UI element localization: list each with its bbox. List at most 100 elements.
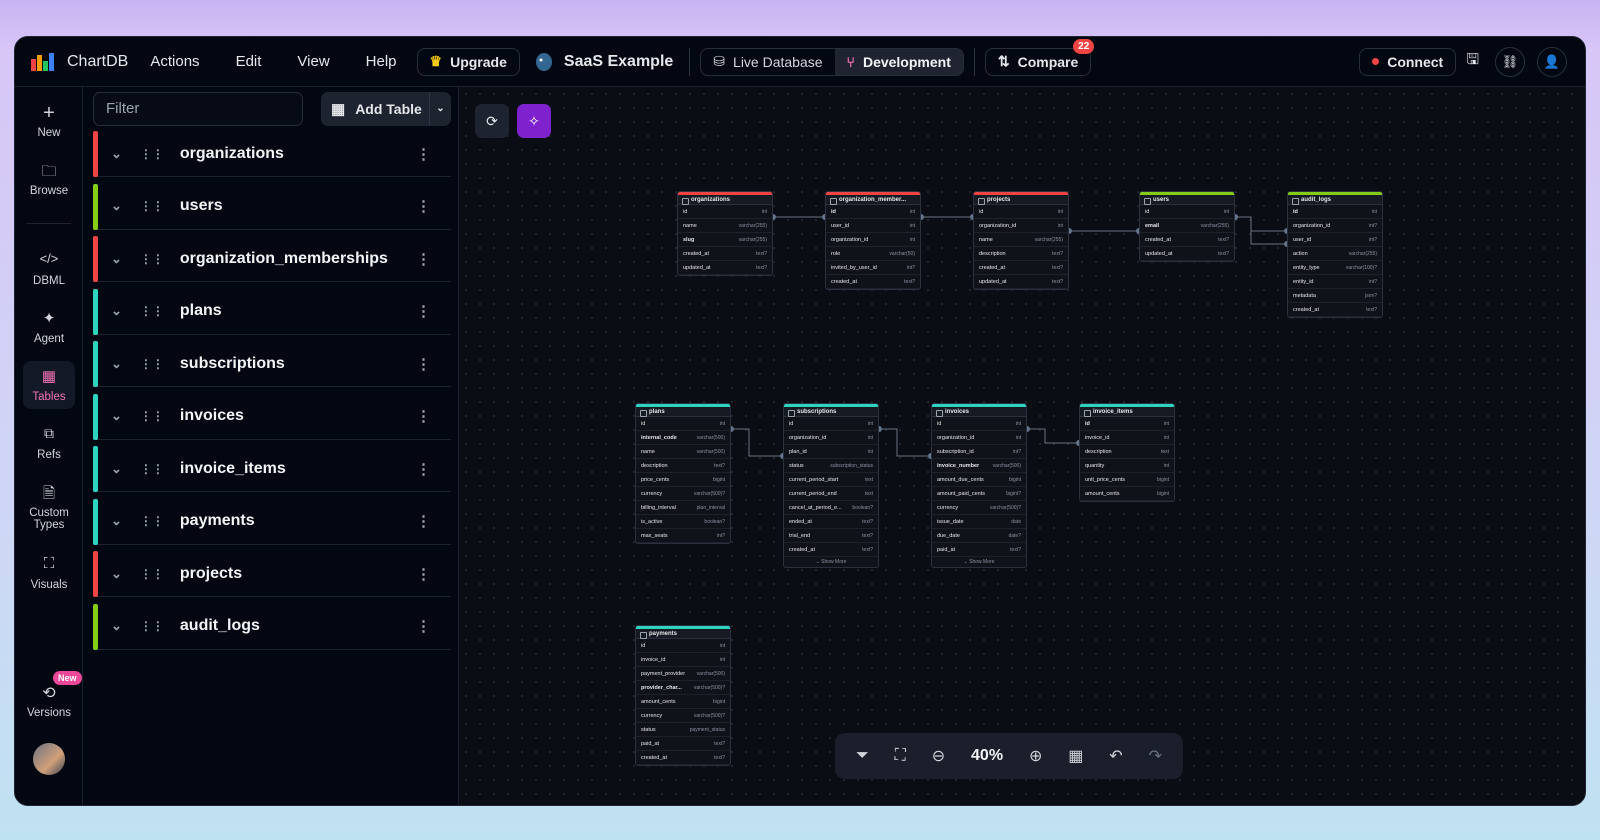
table-column-row[interactable]: ended_at text? <box>784 515 878 529</box>
menu-help[interactable]: Help <box>366 53 397 70</box>
menu-view[interactable]: View <box>297 53 329 70</box>
table-column-row[interactable]: id int <box>1140 205 1234 219</box>
sidebar-table-row[interactable]: ⌄ ⋮⋮ invoice_items ⋮ <box>93 446 451 492</box>
table-column-row[interactable]: description text <box>1080 445 1174 459</box>
diagram-table-users[interactable]: users id int email varchar(255) created_at tex… <box>1139 191 1235 262</box>
grid-icon[interactable]: ▦ <box>1068 746 1083 766</box>
table-column-row[interactable]: metadata json? <box>1288 289 1382 303</box>
fit-view-icon[interactable]: ⛶ <box>895 747 906 765</box>
diagram-canvas[interactable]: ⟳ ✧ organizations id int name varchar(255) sl… <box>459 87 1585 805</box>
more-options-icon[interactable]: ⋮ <box>416 250 431 268</box>
table-column-row[interactable]: is_active boolean? <box>636 515 730 529</box>
table-column-row[interactable]: user_id int? <box>1288 233 1382 247</box>
table-column-row[interactable]: name varchar(255) <box>678 219 772 233</box>
more-options-icon[interactable]: ⋮ <box>416 145 431 163</box>
more-options-icon[interactable]: ⋮ <box>416 197 431 215</box>
table-column-row[interactable]: created_at text? <box>826 275 920 289</box>
table-column-row[interactable]: id int <box>1288 205 1382 219</box>
sidebar-table-row[interactable]: ⌄ ⋮⋮ projects ⋮ <box>93 551 451 597</box>
redo-icon[interactable]: ↷ <box>1149 746 1162 766</box>
table-column-row[interactable]: status subscription_status <box>784 459 878 473</box>
sidebar-table-row[interactable]: ⌄ ⋮⋮ plans ⋮ <box>93 288 451 335</box>
table-column-row[interactable]: currency varchar(500)? <box>636 487 730 501</box>
show-more-link[interactable]: ⌄ Show More <box>784 557 878 567</box>
table-column-row[interactable]: id int <box>678 205 772 219</box>
table-column-row[interactable]: cancel_at_period_e... boolean? <box>784 501 878 515</box>
table-column-row[interactable]: price_cents bigint <box>636 473 730 487</box>
table-column-row[interactable]: organization_id int <box>826 233 920 247</box>
drag-handle-icon[interactable]: ⋮⋮ <box>140 304 164 318</box>
more-options-icon[interactable]: ⋮ <box>416 355 431 373</box>
rail-tables[interactable]: ▦ Tables <box>15 367 83 403</box>
table-column-row[interactable]: invited_by_user_id int? <box>826 261 920 275</box>
zoom-in-icon[interactable]: ⊕ <box>1029 746 1042 766</box>
avatar[interactable] <box>33 743 65 775</box>
diagram-table-organizations[interactable]: organizations id int name varchar(255) slug va… <box>677 191 773 276</box>
table-column-row[interactable]: internal_code varchar(500) <box>636 431 730 445</box>
sidebar-table-row[interactable]: ⌄ ⋮⋮ invoices ⋮ <box>93 393 451 440</box>
table-column-row[interactable]: id int <box>932 417 1026 431</box>
chevron-down-icon[interactable]: ⌄ <box>111 618 122 634</box>
table-column-row[interactable]: created_at text? <box>784 543 878 557</box>
table-column-row[interactable]: paid_at text? <box>932 543 1026 557</box>
rail-custom-types[interactable]: 🗎 Custom Types <box>15 483 83 531</box>
table-column-row[interactable]: subscription_id int? <box>932 445 1026 459</box>
table-column-row[interactable]: invoice_number varchar(500) <box>932 459 1026 473</box>
drag-handle-icon[interactable]: ⋮⋮ <box>140 514 164 528</box>
table-column-row[interactable]: status payment_status <box>636 723 730 737</box>
table-column-row[interactable]: entity_id int? <box>1288 275 1382 289</box>
table-column-row[interactable]: currency varchar(500)? <box>636 709 730 723</box>
save-icon[interactable]: 🖫 <box>1466 49 1479 74</box>
rail-dbml[interactable]: </> DBML <box>15 251 83 287</box>
chevron-down-icon[interactable]: ⌄ <box>111 356 122 372</box>
more-options-icon[interactable]: ⋮ <box>416 460 431 478</box>
table-column-row[interactable]: organization_id int? <box>1288 219 1382 233</box>
table-column-row[interactable]: created_at text? <box>1140 233 1234 247</box>
diagram-title[interactable]: SaaS Example <box>534 52 673 72</box>
more-options-icon[interactable]: ⋮ <box>416 512 431 530</box>
sidebar-table-row[interactable]: ⌄ ⋮⋮ organizations ⋮ <box>93 131 451 177</box>
table-column-row[interactable]: id int <box>1080 417 1174 431</box>
table-column-row[interactable]: provider_char... varchar(500)? <box>636 681 730 695</box>
relationship-line[interactable] <box>879 428 931 457</box>
diagram-table-plans[interactable]: plans id int internal_code varchar(500) name v… <box>635 403 731 544</box>
table-column-row[interactable]: current_period_end text <box>784 487 878 501</box>
table-column-row[interactable]: created_at text? <box>974 261 1068 275</box>
rail-refs[interactable]: ⧉ Refs <box>15 425 83 461</box>
rail-versions[interactable]: ⟲ Versions <box>15 683 83 719</box>
table-column-row[interactable]: id int <box>974 205 1068 219</box>
chevron-down-icon[interactable]: ⌄ <box>111 251 122 267</box>
sidebar-table-row[interactable]: ⌄ ⋮⋮ subscriptions ⋮ <box>93 341 451 387</box>
sidebar-table-row[interactable]: ⌄ ⋮⋮ organization_memberships ⋮ <box>93 236 451 282</box>
undo-icon[interactable]: ↶ <box>1109 746 1122 766</box>
table-column-row[interactable]: entity_type varchar(100)? <box>1288 261 1382 275</box>
zoom-out-icon[interactable]: ⊖ <box>932 746 945 766</box>
table-column-row[interactable]: amount_paid_cents bigint? <box>932 487 1026 501</box>
table-column-row[interactable]: plan_id int <box>784 445 878 459</box>
relationship-line[interactable] <box>1027 428 1079 444</box>
table-column-row[interactable]: id int <box>784 417 878 431</box>
table-column-row[interactable]: amount_due_cents bigint <box>932 473 1026 487</box>
table-column-row[interactable]: unit_price_cents bigint <box>1080 473 1174 487</box>
rail-new[interactable]: + New <box>15 103 83 139</box>
table-column-row[interactable]: created_at text? <box>636 751 730 765</box>
sidebar-table-row[interactable]: ⌄ ⋮⋮ payments ⋮ <box>93 498 451 545</box>
relationship-line[interactable] <box>1235 216 1287 232</box>
table-column-row[interactable]: id int <box>826 205 920 219</box>
rail-visuals[interactable]: ⛶ Visuals <box>15 555 83 591</box>
table-column-row[interactable]: paid_at text? <box>636 737 730 751</box>
chevron-down-icon[interactable]: ⌄ <box>111 461 122 477</box>
drag-handle-icon[interactable]: ⋮⋮ <box>140 147 164 161</box>
table-column-row[interactable]: updated_at text? <box>974 275 1068 289</box>
table-column-row[interactable]: trial_end text? <box>784 529 878 543</box>
chevron-down-icon[interactable]: ⌄ <box>111 303 122 319</box>
table-column-row[interactable]: max_seats int? <box>636 529 730 543</box>
table-column-row[interactable]: issue_date date <box>932 515 1026 529</box>
drag-handle-icon[interactable]: ⋮⋮ <box>140 462 164 476</box>
table-column-row[interactable]: due_date date? <box>932 529 1026 543</box>
table-column-row[interactable]: billing_interval plan_interval <box>636 501 730 515</box>
more-options-icon[interactable]: ⋮ <box>416 565 431 583</box>
drag-handle-icon[interactable]: ⋮⋮ <box>140 252 164 266</box>
app-logo[interactable]: ChartDB <box>31 52 128 71</box>
diagram-table-organization_member[interactable]: organization_member... id int user_id int org… <box>825 191 921 290</box>
